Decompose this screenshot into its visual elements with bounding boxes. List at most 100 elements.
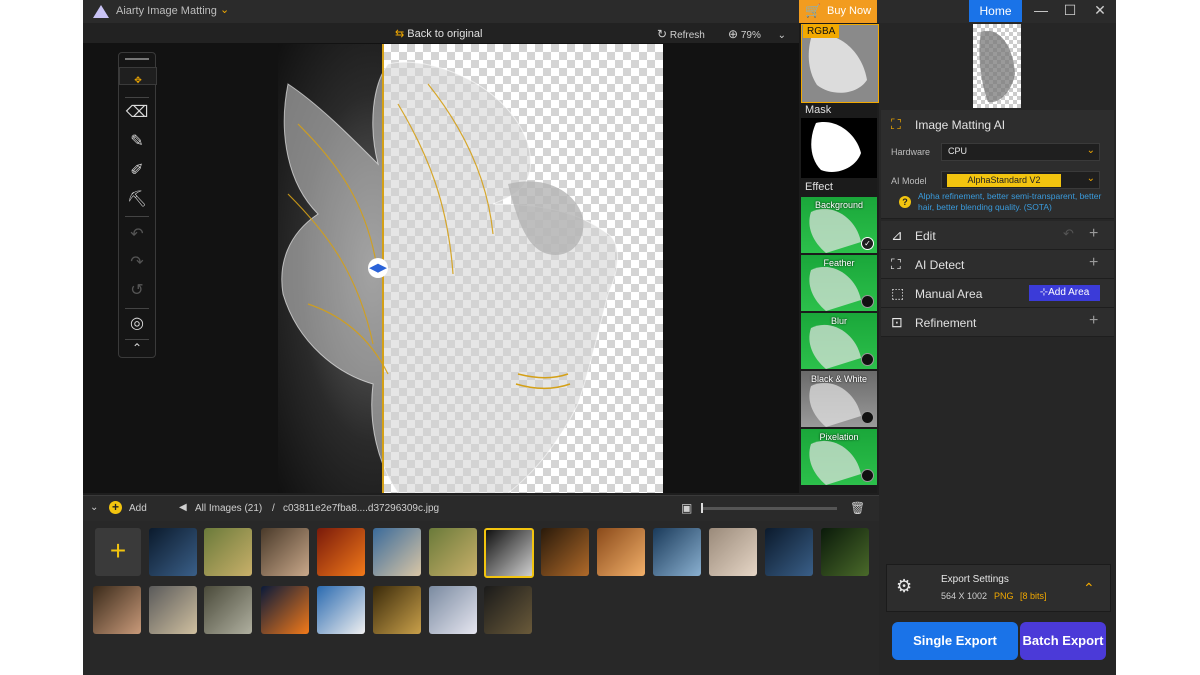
- undo-icon[interactable]: ↶: [1063, 226, 1074, 242]
- manual-area-icon: ⬚: [891, 285, 905, 301]
- zoom-icon: ⊕: [728, 27, 739, 41]
- collapse-up-icon[interactable]: ⌃: [119, 336, 155, 360]
- image-thumbnail[interactable]: [429, 586, 477, 634]
- add-icon[interactable]: +: [1089, 312, 1098, 330]
- image-thumbnail[interactable]: [204, 528, 252, 576]
- trash-icon[interactable]: 🗑: [850, 501, 865, 515]
- effect-pixelation[interactable]: Pixelation: [801, 429, 877, 485]
- image-thumbnail[interactable]: [317, 586, 365, 634]
- image-thumbnail[interactable]: [373, 528, 421, 576]
- paint-icon[interactable]: ✐: [119, 159, 155, 183]
- radio-icon: [861, 411, 874, 424]
- effect-blur[interactable]: Blur: [801, 313, 877, 369]
- refresh-button[interactable]: ↻ Refresh: [657, 27, 705, 41]
- export-settings-icon: ⚙: [896, 576, 913, 596]
- single-export-button[interactable]: Single Export: [892, 622, 1018, 660]
- image-thumbnail[interactable]: [149, 586, 197, 634]
- image-thumbnail-selected[interactable]: [484, 528, 534, 578]
- export-settings-panel[interactable]: [886, 564, 1111, 612]
- buy-now-label: Buy Now: [827, 5, 872, 17]
- hardware-label: Hardware: [891, 147, 931, 157]
- refinement-icon: ⊡: [891, 314, 903, 330]
- image-thumbnail[interactable]: [429, 528, 477, 576]
- image-thumbnail[interactable]: [653, 528, 701, 576]
- image-thumbnail[interactable]: [149, 528, 197, 576]
- model-help-text: Alpha refinement, better semi-transparen…: [918, 191, 1102, 212]
- ai-detect-icon: ⛶: [891, 256, 901, 272]
- image-thumbnail[interactable]: [93, 586, 141, 634]
- slider-handle[interactable]: [701, 503, 703, 513]
- image-thumbnail[interactable]: [317, 528, 365, 576]
- eraser-icon[interactable]: ⌫: [119, 101, 155, 125]
- radio-icon: [861, 469, 874, 482]
- image-thumbnail[interactable]: [709, 528, 757, 576]
- reset-icon[interactable]: ↺: [119, 279, 155, 303]
- image-thumbnail[interactable]: [261, 528, 309, 576]
- mask-view-icon[interactable]: ◎: [119, 312, 155, 336]
- add-icon[interactable]: +: [1089, 225, 1098, 243]
- add-icon[interactable]: +: [109, 501, 122, 514]
- zoom-control[interactable]: ⊕ 79% ⌄: [728, 27, 786, 41]
- image-thumbnail[interactable]: [373, 586, 421, 634]
- add-icon[interactable]: +: [1089, 254, 1098, 272]
- manual-area-title: Manual Area: [915, 287, 983, 301]
- hardware-select[interactable]: CPU ⌄: [941, 143, 1100, 161]
- image-thumbnail[interactable]: [541, 528, 589, 576]
- maximize-icon[interactable]: ☐: [1060, 2, 1080, 19]
- effect-feather[interactable]: Feather: [801, 255, 877, 311]
- app-logo: [93, 5, 109, 18]
- expand-up-icon[interactable]: ⌃: [1083, 580, 1095, 597]
- add-button[interactable]: Add: [129, 503, 147, 514]
- app-menu-chevron-icon[interactable]: ⌄: [220, 3, 229, 16]
- effect-black-white[interactable]: Black & White: [801, 371, 877, 427]
- back-arrow-icon[interactable]: ◀: [179, 502, 187, 513]
- refresh-label: Refresh: [669, 30, 705, 41]
- check-icon: ✓: [861, 237, 874, 250]
- rgba-label: RGBA: [803, 25, 840, 38]
- image-thumbnail[interactable]: [484, 586, 532, 634]
- hardware-value: CPU: [948, 146, 968, 156]
- image-thumbnail[interactable]: [821, 528, 869, 576]
- image-canvas[interactable]: ◀▶: [278, 44, 663, 493]
- effect-name: Blur: [830, 316, 847, 326]
- image-thumbnail[interactable]: [204, 586, 252, 634]
- matting-title: Image Matting AI: [915, 118, 1006, 132]
- back-to-original-button[interactable]: ⇆ Back to original: [395, 27, 483, 40]
- effect-name: Black & White: [810, 374, 868, 384]
- close-icon[interactable]: ✕: [1090, 2, 1110, 19]
- effect-background[interactable]: Background ✓: [801, 197, 877, 253]
- model-value: AlphaStandard V2: [947, 174, 1061, 187]
- add-image-tile[interactable]: +: [95, 528, 141, 576]
- home-button[interactable]: Home: [969, 0, 1022, 22]
- batch-export-button[interactable]: Batch Export: [1020, 622, 1106, 660]
- image-thumbnail[interactable]: [261, 586, 309, 634]
- image-size-icon: ▣: [681, 501, 693, 515]
- compare-handle[interactable]: ◀▶: [368, 258, 388, 278]
- zoom-chevron-icon: ⌄: [777, 30, 787, 41]
- collapse-icon[interactable]: ⌄: [90, 502, 98, 513]
- chevron-down-icon: ⌄: [1086, 173, 1095, 184]
- add-area-button[interactable]: ⊹Add Area: [1029, 285, 1100, 301]
- fill-icon[interactable]: ⛏: [119, 188, 155, 212]
- redo-icon[interactable]: ↷: [119, 251, 155, 275]
- buy-now-button[interactable]: 🛒 Buy Now: [799, 0, 877, 23]
- angel-subject: [281, 61, 618, 493]
- effect-name: Background: [814, 200, 864, 210]
- ai-detect-title: AI Detect: [915, 258, 965, 272]
- image-thumbnail[interactable]: [597, 528, 645, 576]
- add-area-label: Add Area: [1048, 287, 1090, 298]
- image-thumbnail[interactable]: [765, 528, 813, 576]
- brush-icon[interactable]: ✎: [119, 130, 155, 154]
- undo-icon[interactable]: ↶: [119, 223, 155, 247]
- effect-name: Pixelation: [819, 432, 859, 442]
- mask-thumbnail[interactable]: [801, 118, 877, 178]
- move-tool-icon[interactable]: ✥: [119, 67, 157, 85]
- edit-icon: ⊿: [891, 227, 903, 243]
- all-images-link[interactable]: All Images (21): [195, 503, 262, 514]
- effect-label: Effect: [805, 181, 833, 193]
- thumbnail-size-slider[interactable]: [701, 507, 837, 510]
- help-icon[interactable]: ?: [899, 196, 911, 208]
- zoom-value: 79%: [740, 30, 761, 41]
- minimize-icon[interactable]: —: [1031, 2, 1051, 18]
- export-format: PNG: [994, 591, 1014, 601]
